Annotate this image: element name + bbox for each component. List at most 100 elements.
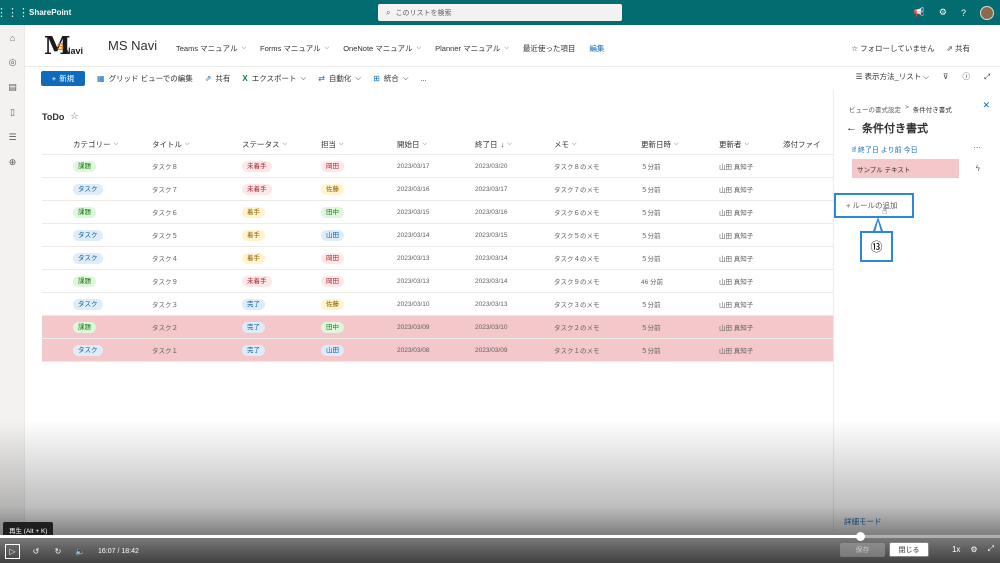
info-icon[interactable]: ⓘ [963, 71, 971, 82]
lightning-icon[interactable]: ϟ [976, 164, 980, 173]
cell-category: 課題 [73, 160, 96, 172]
new-button[interactable]: + 新規 [41, 70, 85, 86]
gear-icon[interactable]: ⚙ [939, 7, 947, 18]
export-button[interactable]: X エクスポート ⌵ [242, 73, 306, 84]
nav-item-planner[interactable]: Planner マニュアル ⌵ [435, 43, 509, 54]
nav-item-onenote[interactable]: OneNote マニュアル ⌵ [343, 43, 421, 54]
site-title[interactable]: MS Navi [108, 38, 157, 53]
column-header[interactable]: 添付ファイ [783, 139, 821, 150]
filter-icon[interactable]: ⊽ [943, 72, 949, 81]
column-header[interactable]: カテゴリー ⌵ [73, 139, 118, 150]
cell-end: 2023/03/20 [475, 162, 508, 170]
volume-icon[interactable]: 🔈 [74, 547, 86, 556]
lists-icon[interactable]: ☰ [0, 125, 25, 150]
flow-icon: ⇄ [318, 73, 325, 83]
table-row[interactable]: タスク タスク７ 未着手 佐藤 2023/03/16 2023/03/17 タスク７のメモ ５… [42, 178, 833, 201]
close-icon[interactable]: ✕ [982, 100, 990, 111]
progress-knob[interactable] [856, 532, 865, 541]
nav-edit-link[interactable]: 編集 [589, 43, 604, 54]
cell-category: 課題 [73, 275, 96, 287]
grid-edit-button[interactable]: ▦ グリッド ビューでの編集 [97, 73, 193, 84]
rule-condition[interactable]: If 終了日 より前 今日 [852, 145, 918, 155]
share-list-button[interactable]: ⇗ 共有 [205, 73, 231, 84]
create-icon[interactable]: ⊕ [0, 150, 25, 175]
file-icon[interactable]: ▯ [0, 100, 25, 125]
share-button[interactable]: ⇗ 共有 [947, 43, 970, 54]
category-badge: 課題 [73, 160, 96, 172]
follow-button[interactable]: ☆ フォローしていません [851, 43, 934, 54]
cell-end: 2023/03/16 [475, 208, 508, 216]
rewind-icon[interactable]: ↺ [30, 547, 42, 556]
speed-button[interactable]: 1x [952, 545, 960, 554]
cell-updated: 46 分前 [641, 279, 664, 286]
table-row[interactable]: 課題 タスク６ 着手 田中 2023/03/15 2023/03/16 タスク６のメモ ５分前… [42, 201, 833, 224]
column-header[interactable]: ステータス ⌵ [242, 139, 287, 150]
more-button[interactable]: ... [421, 74, 427, 83]
megaphone-icon[interactable]: 📢 [914, 7, 925, 18]
column-header[interactable]: メモ ⌵ [554, 139, 577, 150]
chevron-down-icon: ⌵ [241, 45, 247, 51]
app-name[interactable]: SharePoint [29, 8, 71, 17]
avatar[interactable] [980, 5, 994, 20]
cell-end: 2023/03/10 [475, 323, 508, 331]
app-launcher-icon[interactable]: ⋮⋮⋮ [0, 0, 29, 25]
fullscreen-icon[interactable]: ⤢ [988, 544, 994, 554]
column-header[interactable]: 担当 ⌵ [321, 139, 344, 150]
table-row[interactable]: タスク タスク５ 着手 山田 2023/03/14 2023/03/15 タスク５のメモ ５分… [42, 224, 833, 247]
column-header[interactable]: 終了日 ↓ ⌵ [475, 139, 512, 150]
expand-icon[interactable]: ⤢ [984, 72, 990, 82]
owner-badge: 岡田 [321, 252, 344, 264]
column-header[interactable]: タイトル ⌵ [152, 139, 190, 150]
cell-start: 2023/03/13 [397, 277, 430, 285]
cell-title: タスク１ [152, 348, 178, 355]
integrate-button[interactable]: ⊞ 統合 ⌵ [373, 73, 408, 84]
settings-icon[interactable]: ⚙ [970, 545, 977, 554]
column-header[interactable]: 更新日時 ⌵ [641, 139, 679, 150]
play-icon[interactable]: ▷ [5, 543, 20, 559]
advanced-mode-link[interactable]: 詳細モード [844, 516, 882, 527]
nav-item-recent[interactable]: 最近使った項目 [523, 43, 576, 54]
cell-start: 2023/03/13 [397, 254, 430, 262]
category-badge: 課題 [73, 275, 96, 287]
search-input[interactable]: ⌕ このリストを検索 [378, 4, 622, 21]
forward-icon[interactable]: ↻ [52, 547, 64, 556]
status-badge: 着手 [242, 229, 265, 241]
home-icon[interactable]: ⌂ [0, 25, 25, 50]
cell-editor: 山田 真知子 [719, 348, 754, 355]
cell-start: 2023/03/14 [397, 231, 430, 239]
site-logo[interactable]: M S Navi [44, 32, 94, 60]
status-badge: 未着手 [242, 160, 272, 172]
list-title: ToDo ☆ [42, 111, 79, 122]
column-header[interactable]: 開始日 ⌵ [397, 139, 427, 150]
cell-end: 2023/03/09 [475, 346, 508, 354]
news-icon[interactable]: ▤ [0, 75, 25, 100]
table-row[interactable]: タスク タスク１ 完了 山田 2023/03/08 2023/03/09 タスク１のメモ ５分… [42, 339, 833, 362]
more-icon[interactable]: ⋯ [973, 143, 981, 152]
table-row[interactable]: 課題 タスク２ 完了 田中 2023/03/09 2023/03/10 タスク２のメモ ５分前… [42, 316, 833, 339]
globe-icon[interactable]: ◎ [0, 50, 25, 75]
category-badge: タスク [73, 344, 103, 356]
nav-item-forms[interactable]: Forms マニュアル ⌵ [260, 43, 329, 54]
chevron-down-icon: ⌵ [300, 73, 307, 82]
table-row[interactable]: タスク タスク４ 着手 岡田 2023/03/13 2023/03/14 タスク４のメモ ５分… [42, 247, 833, 270]
table-row[interactable]: 課題 タスク８ 未着手 岡田 2023/03/17 2023/03/20 タスク８のメモ ５分… [42, 155, 833, 178]
share-icon: ⇗ [204, 73, 212, 83]
view-options-button[interactable]: ☰ 表示方法_リスト ⌵ [856, 71, 929, 82]
nav-item-teams[interactable]: Teams マニュアル ⌵ [176, 43, 246, 54]
cell-end: 2023/03/14 [475, 277, 508, 285]
add-rule-button[interactable]: + ルールの追加 [834, 193, 914, 218]
table-row[interactable]: 課題 タスク９ 未着手 岡田 2023/03/13 2023/03/14 タスク９のメモ 46… [42, 270, 833, 293]
rule-sample[interactable]: サンプル テキスト [852, 159, 959, 178]
back-arrow-icon[interactable]: ← [846, 122, 857, 134]
category-badge: タスク [73, 183, 103, 195]
favorite-star-icon[interactable]: ☆ [70, 111, 78, 122]
table-row[interactable]: タスク タスク３ 完了 佐藤 2023/03/10 2023/03/13 タスク３のメモ ５分… [42, 293, 833, 316]
automate-button[interactable]: ⇄ 自動化 ⌵ [318, 73, 361, 84]
column-header[interactable]: 更新者 ⌵ [719, 139, 749, 150]
cell-end: 2023/03/13 [475, 300, 508, 308]
chevron-down-icon: ⌵ [504, 45, 509, 51]
cell-editor: 山田 真知子 [719, 279, 754, 286]
command-bar: + 新規 ▦ グリッド ビューでの編集 ⇗ 共有 X エクスポート ⌵ ⇄ 自動化 ⌵ ⊞ 統合… [25, 67, 1000, 89]
help-icon[interactable]: ? [961, 8, 966, 18]
cell-owner: 田中 [321, 321, 344, 333]
